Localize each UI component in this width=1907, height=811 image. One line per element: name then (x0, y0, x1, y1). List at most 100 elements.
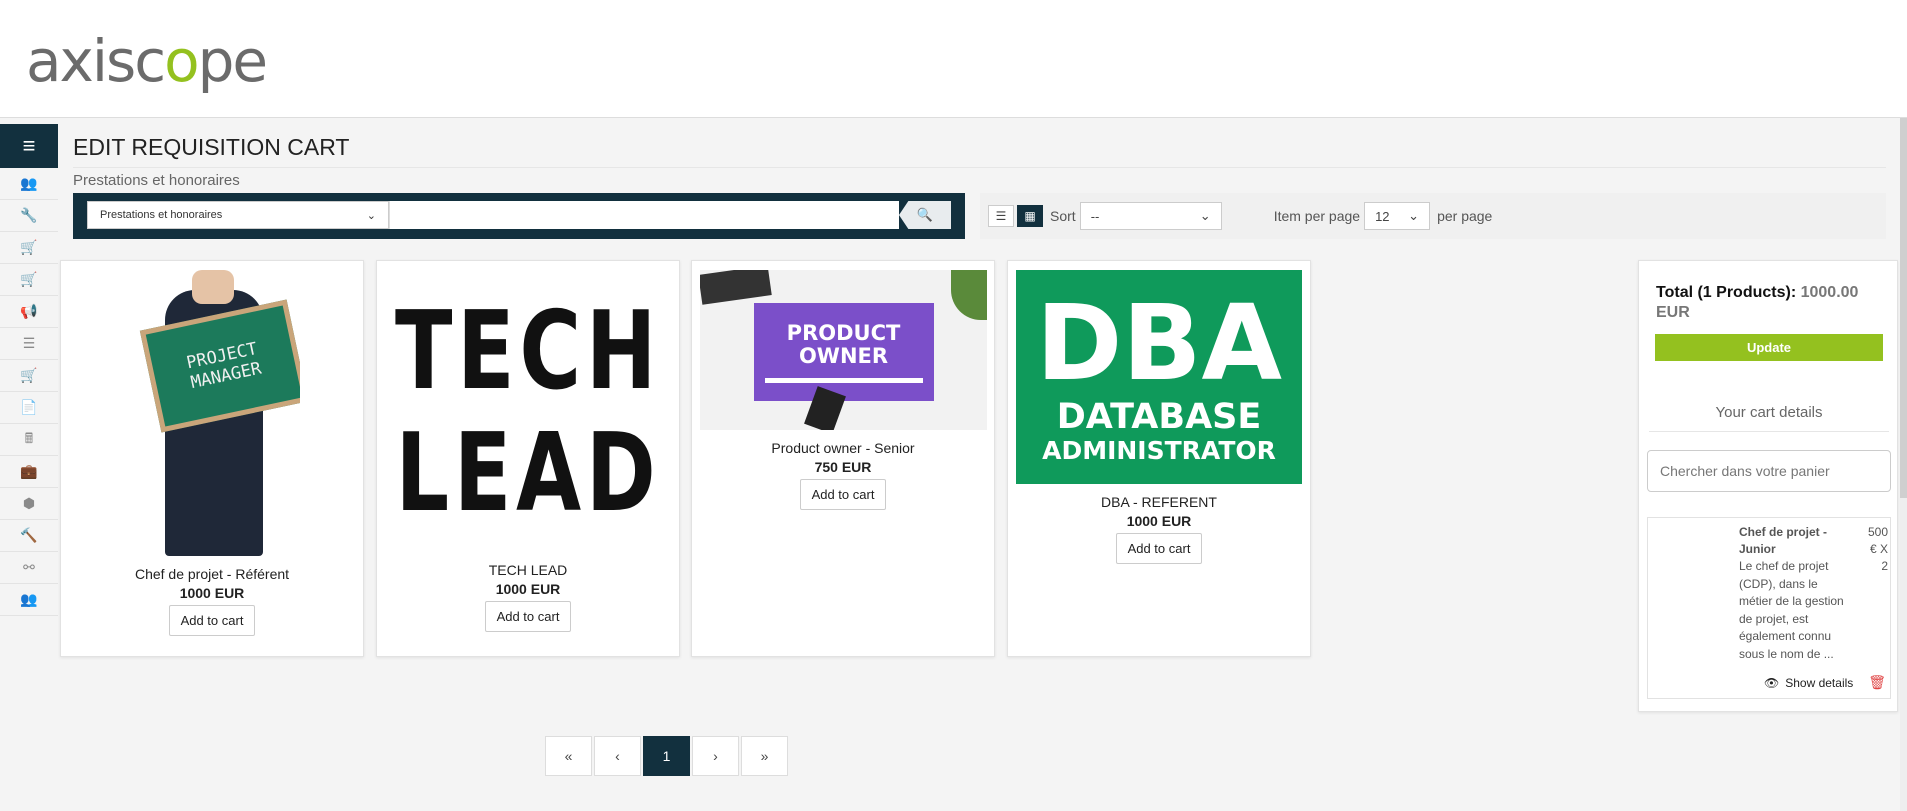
product-card: PROJECT MANAGER Chef de projet - Référen… (60, 260, 364, 657)
sidebar-item-7[interactable]: 📄 (0, 392, 58, 424)
cart-icon: 🛒 (20, 367, 38, 383)
image-text: TECH (394, 289, 662, 414)
top-header: axiscope (0, 0, 1907, 118)
grid-icon: ▦ (1024, 209, 1036, 223)
sidebar-item-4[interactable]: 📢 (0, 296, 58, 328)
wrench-icon: 🔧 (20, 207, 38, 223)
list-icon: ☰ (995, 209, 1007, 223)
banner-underline (764, 377, 923, 383)
add-to-cart-button[interactable]: Add to cart (799, 479, 887, 510)
tech-lead-graphic: TECH LEAD (395, 270, 656, 556)
sidebar-item-12[interactable]: ⚯ (0, 552, 58, 584)
page-subtitle: Prestations et honoraires (73, 172, 240, 189)
list-icon: ☰ (22, 335, 36, 351)
sidebar-item-13[interactable]: 👥 (0, 584, 58, 616)
add-to-cart-button[interactable]: Add to cart (1115, 533, 1203, 564)
cart-item: Chef de projet - Junior 500 € X 2 Le che… (1647, 517, 1891, 699)
search-icon: 🔍 (916, 207, 934, 222)
divider (1649, 431, 1889, 432)
next-page-button[interactable]: › (692, 736, 739, 776)
pagination: « ‹ 1 › » (545, 736, 790, 776)
divider (73, 167, 1886, 168)
sidebar-item-9[interactable]: 💼 (0, 456, 58, 488)
first-page-button[interactable]: « (545, 736, 592, 776)
show-details-link[interactable]: 👁 Show details (1764, 676, 1853, 690)
product-price: 750 EUR (814, 459, 872, 475)
megaphone-icon: 📢 (20, 303, 38, 319)
image-text: DATABASE (1056, 397, 1262, 437)
items-per-page-select[interactable]: 12 ⌄ (1364, 202, 1431, 230)
per-page-label: per page (1437, 208, 1493, 224)
logo-text: axisc (26, 27, 166, 95)
sidebar-item-6[interactable]: 🛒 (0, 360, 58, 392)
add-to-cart-button[interactable]: Add to cart (168, 605, 256, 636)
trash-icon[interactable]: 🗑 (1868, 674, 1886, 691)
product-image[interactable]: DBA DATABASE ADMINISTRATOR (1016, 270, 1302, 484)
sidebar-item-1[interactable]: 🔧 (0, 200, 58, 232)
listing-toolbar: ☰ ▦ Sort -- ⌄ Item per page 12 ⌄ per pag… (980, 193, 1886, 239)
category-select[interactable]: Prestations et honoraires ⌄ (87, 201, 389, 229)
plant-graphic (950, 270, 987, 320)
product-image[interactable]: TECH LEAD (385, 270, 671, 556)
page-title: EDIT REQUISITION CART (73, 134, 350, 160)
items-per-page-value: 12 (1375, 208, 1390, 224)
sidebar-item-3[interactable]: 🛒 (0, 264, 58, 296)
cart-total-label: Total (1 Products): (1656, 284, 1797, 301)
sidebar-item-11[interactable]: 🔨 (0, 520, 58, 552)
cart-search-input[interactable]: Chercher dans votre panier (1647, 450, 1891, 492)
search-input[interactable] (389, 201, 899, 229)
show-details-label: Show details (1785, 676, 1854, 690)
product-image[interactable]: PRODUCT OWNER (699, 270, 987, 430)
sidebar-item-5[interactable]: ☰ (0, 328, 58, 360)
add-to-cart-button[interactable]: Add to cart (484, 601, 572, 632)
product-name[interactable]: Chef de projet - Référent (61, 566, 363, 582)
product-name[interactable]: DBA - REFERENT (1008, 494, 1310, 510)
update-button[interactable]: Update (1655, 334, 1883, 361)
sidebar-item-8[interactable]: 🖩 (0, 424, 58, 456)
chevron-down-icon: ⌄ (1199, 208, 1211, 223)
product-image[interactable]: PROJECT MANAGER (124, 270, 300, 556)
gavel-icon: 🔨 (20, 527, 38, 543)
cart-item-description: Le chef de projet (CDP), dans le métier … (1739, 559, 1844, 661)
product-card: TECH LEAD TECH LEAD 1000 EUR Add to cart (376, 260, 680, 657)
chalkboard: PROJECT MANAGER (139, 299, 300, 433)
chevron-down-icon: ⌄ (1408, 208, 1420, 223)
keyboard-graphic (699, 270, 772, 305)
document-icon: 📄 (20, 399, 38, 415)
product-card: DBA DATABASE ADMINISTRATOR DBA - REFEREN… (1007, 260, 1311, 657)
cart-icon: 🛒 (20, 239, 38, 255)
search-button[interactable]: 🔍 (899, 201, 951, 229)
list-view-button[interactable]: ☰ (988, 205, 1014, 227)
eye-icon: 👁 (1764, 676, 1780, 690)
briefcase-icon: 💼 (20, 463, 38, 479)
sidebar-item-2[interactable]: 🛒 (0, 232, 58, 264)
menu-icon[interactable]: ≡ (0, 124, 58, 168)
product-price: 1000 EUR (495, 581, 561, 597)
flow-icon: ⚯ (23, 559, 35, 575)
last-page-button[interactable]: » (741, 736, 788, 776)
sidebar-item-0[interactable]: 👥 (0, 168, 58, 200)
scrollbar-thumb[interactable] (1900, 118, 1907, 498)
users-icon: 👥 (20, 175, 38, 191)
image-text: LEAD (395, 411, 661, 536)
logo[interactable]: axiscope (26, 27, 268, 95)
cube-icon: ⬢ (22, 495, 36, 511)
sidebar: ≡ 👥 🔧 🛒 🛒 📢 ☰ 🛒 📄 🖩 💼 ⬢ 🔨 ⚯ 👥 (0, 124, 58, 616)
sort-label: Sort (1050, 208, 1076, 224)
sort-select[interactable]: -- ⌄ (1079, 202, 1222, 230)
sidebar-item-10[interactable]: ⬢ (0, 488, 58, 520)
items-per-page-label: Item per page (1273, 208, 1361, 224)
product-owner-banner: PRODUCT OWNER (753, 303, 934, 401)
product-price: 1000 EUR (179, 585, 245, 601)
category-select-value: Prestations et honoraires (100, 209, 223, 221)
calculator-icon: 🖩 (24, 429, 34, 446)
product-price: 1000 EUR (1126, 513, 1192, 529)
search-bar: Prestations et honoraires ⌄ 🔍 (73, 193, 965, 239)
image-text: DBA (1035, 282, 1283, 404)
page-1-button[interactable]: 1 (643, 736, 690, 776)
product-name[interactable]: TECH LEAD (377, 562, 679, 578)
prev-page-button[interactable]: ‹ (594, 736, 641, 776)
grid-view-button[interactable]: ▦ (1017, 205, 1043, 227)
product-name[interactable]: Product owner - Senior (692, 440, 994, 456)
sort-select-value: -- (1090, 208, 1100, 224)
